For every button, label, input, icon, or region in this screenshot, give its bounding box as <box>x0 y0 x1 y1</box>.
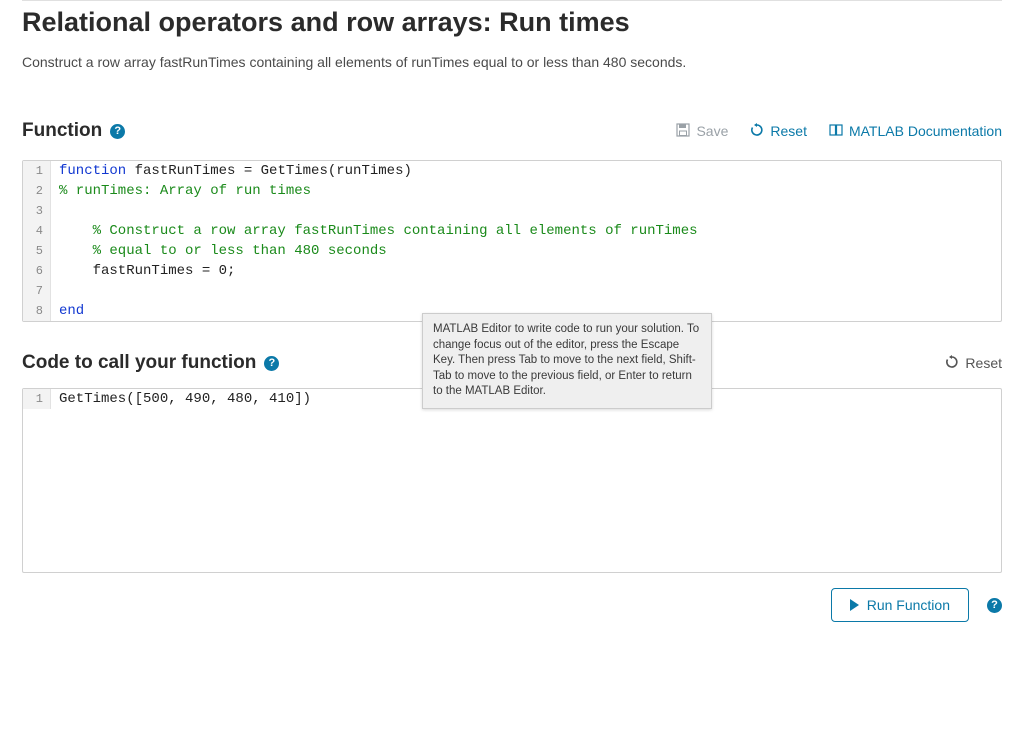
code-text[interactable]: GetTimes([500, 490, 480, 410]) <box>51 389 311 409</box>
reset-button[interactable]: Reset <box>945 355 1002 372</box>
function-section-title: Function <box>22 120 102 142</box>
code-line: 5 % equal to or less than 480 seconds <box>23 241 1001 261</box>
code-text[interactable]: function fastRunTimes = GetTimes(runTime… <box>51 161 412 181</box>
reset-button[interactable]: Reset <box>750 123 807 140</box>
reset-label: Reset <box>965 355 1002 371</box>
code-line: 7 <box>23 281 1001 301</box>
code-text[interactable] <box>51 281 67 301</box>
line-number: 8 <box>23 301 51 321</box>
save-label: Save <box>696 123 728 139</box>
line-number: 6 <box>23 261 51 281</box>
code-text[interactable] <box>51 201 67 221</box>
call-section-title: Code to call your function <box>22 352 256 374</box>
code-text[interactable]: % equal to or less than 480 seconds <box>51 241 387 261</box>
function-editor[interactable]: 1function fastRunTimes = GetTimes(runTim… <box>22 160 1002 322</box>
line-number: 3 <box>23 201 51 221</box>
reset-label: Reset <box>770 123 807 139</box>
code-text[interactable]: end <box>51 301 84 321</box>
instructions-text: Construct a row array fastRunTimes conta… <box>22 54 1002 70</box>
code-text[interactable]: % Construct a row array fastRunTimes con… <box>51 221 698 241</box>
page-title: Relational operators and row arrays: Run… <box>22 7 1002 38</box>
code-line: 3 <box>23 201 1001 221</box>
code-line: 4 % Construct a row array fastRunTimes c… <box>23 221 1001 241</box>
matlab-doc-label: MATLAB Documentation <box>849 123 1002 139</box>
line-number: 7 <box>23 281 51 301</box>
matlab-doc-link[interactable]: MATLAB Documentation <box>829 123 1002 140</box>
function-section-header: Function ? Save Reset MATLAB Documenta <box>22 120 1002 142</box>
code-text[interactable]: % runTimes: Array of run times <box>51 181 311 201</box>
top-divider <box>22 0 1002 1</box>
call-editor[interactable]: 1GetTimes([500, 490, 480, 410]) <box>22 388 1002 573</box>
reset-icon <box>750 123 764 140</box>
run-label: Run Function <box>867 597 950 613</box>
code-line: 2% runTimes: Array of run times <box>23 181 1001 201</box>
help-icon[interactable]: ? <box>987 598 1002 613</box>
run-function-button[interactable]: Run Function <box>831 588 969 622</box>
line-number: 4 <box>23 221 51 241</box>
editor-tooltip: MATLAB Editor to write code to run your … <box>422 313 712 409</box>
code-line: 6 fastRunTimes = 0; <box>23 261 1001 281</box>
help-icon[interactable]: ? <box>110 124 125 139</box>
reset-icon <box>945 355 959 372</box>
editor-toolbar: Save Reset MATLAB Documentation <box>676 123 1002 140</box>
run-row: Run Function ? <box>22 588 1002 622</box>
book-icon <box>829 123 843 140</box>
line-number: 5 <box>23 241 51 261</box>
line-number: 1 <box>23 389 51 409</box>
save-button[interactable]: Save <box>676 123 728 140</box>
code-line: 1function fastRunTimes = GetTimes(runTim… <box>23 161 1001 181</box>
code-text[interactable]: fastRunTimes = 0; <box>51 261 235 281</box>
line-number: 1 <box>23 161 51 181</box>
help-icon[interactable]: ? <box>264 356 279 371</box>
play-icon <box>850 599 859 611</box>
line-number: 2 <box>23 181 51 201</box>
save-icon <box>676 123 690 140</box>
